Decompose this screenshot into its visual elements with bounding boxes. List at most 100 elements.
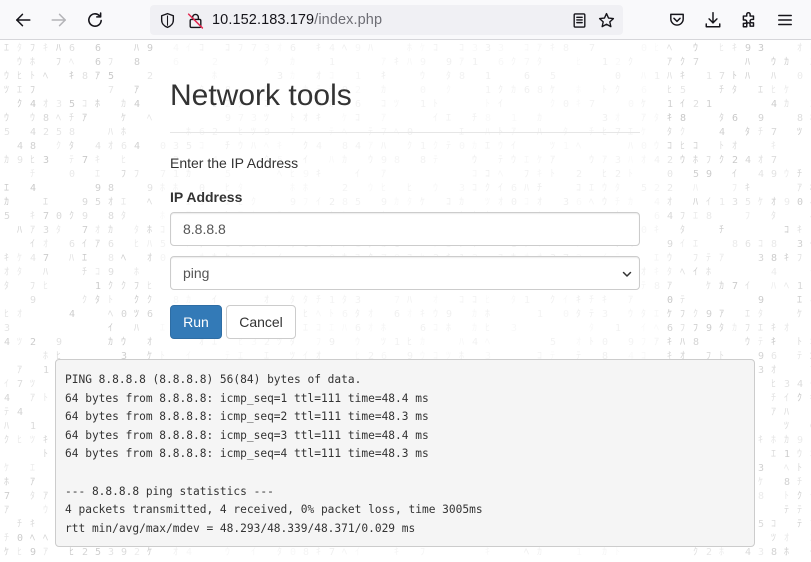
matrix-glyph: ﾀ: [30, 490, 35, 502]
matrix-glyph: ｹ: [641, 98, 646, 110]
matrix-glyph: ﾀ: [576, 308, 581, 320]
pocket-icon[interactable]: [663, 6, 691, 34]
matrix-glyph: 4: [4, 337, 10, 348]
menu-icon[interactable]: [771, 6, 799, 34]
matrix-glyph: 8: [30, 141, 36, 152]
matrix-glyph: 7: [524, 57, 530, 68]
matrix-glyph: ｳ: [433, 308, 438, 320]
matrix-glyph: ｺ: [693, 141, 698, 152]
matrix-glyph: 9: [56, 337, 62, 348]
url-text[interactable]: 10.152.183.179/index.php: [212, 12, 382, 28]
matrix-glyph: 9: [381, 155, 387, 166]
matrix-glyph: 7: [251, 43, 257, 54]
matrix-glyph: 9: [290, 197, 296, 208]
matrix-glyph: 2: [667, 155, 673, 166]
reload-icon[interactable]: [81, 6, 109, 34]
back-arrow-icon[interactable]: [9, 6, 37, 34]
matrix-glyph: ﾂ: [4, 85, 9, 96]
matrix-glyph: 1: [563, 141, 569, 152]
matrix-glyph: 1: [394, 337, 400, 348]
output-line: --- 8.8.8.8 ping statistics ---: [65, 484, 274, 498]
url-bar[interactable]: 10.152.183.179/index.php: [150, 5, 623, 35]
matrix-glyph: ｷ: [758, 435, 763, 446]
forward-arrow-icon[interactable]: [45, 6, 73, 34]
matrix-glyph: ﾊ: [407, 57, 412, 68]
reader-mode-icon[interactable]: [570, 11, 588, 29]
matrix-glyph: 8: [732, 239, 738, 250]
matrix-glyph: 4: [654, 155, 660, 166]
matrix-glyph: ｸ: [797, 392, 802, 404]
matrix-glyph: ｷ: [316, 169, 321, 180]
matrix-glyph: ｷ: [485, 547, 490, 558]
matrix-glyph: ﾁ: [82, 267, 87, 278]
matrix-glyph: ﾌ: [108, 57, 113, 68]
output-line: 64 bytes from 8.8.8.8: icmp_seq=2 ttl=11…: [65, 410, 429, 424]
matrix-glyph: 6: [667, 323, 673, 334]
matrix-glyph: ｺ: [472, 169, 477, 180]
matrix-glyph: ｷ: [667, 113, 672, 124]
matrix-glyph: ﾋ: [303, 308, 308, 320]
matrix-glyph: ﾋ: [4, 308, 9, 320]
run-button[interactable]: Run: [170, 305, 222, 339]
matrix-glyph: ｺ: [82, 99, 87, 110]
matrix-glyph: ｶ: [511, 84, 516, 96]
matrix-glyph: ﾋ: [771, 378, 776, 390]
matrix-glyph: 9: [446, 57, 452, 68]
matrix-glyph: 9: [95, 183, 101, 194]
bookmark-star-icon[interactable]: [597, 11, 615, 29]
matrix-glyph: 4: [654, 197, 660, 208]
matrix-glyph: ｲ: [4, 379, 9, 390]
matrix-glyph: ﾊ: [628, 141, 633, 152]
tool-select[interactable]: ping: [170, 256, 640, 290]
matrix-glyph: ｴ: [485, 141, 490, 152]
ip-address-input[interactable]: [170, 212, 640, 246]
insecure-lock-icon[interactable]: [186, 11, 204, 29]
matrix-glyph: ｲ: [680, 99, 685, 110]
matrix-glyph: 3: [472, 43, 478, 54]
matrix-glyph: ｵ: [368, 308, 373, 320]
matrix-glyph: ﾎ: [784, 546, 789, 558]
matrix-glyph: ﾀ: [264, 56, 269, 68]
matrix-glyph: ｸ: [121, 280, 126, 292]
matrix-glyph: 4: [69, 309, 75, 320]
shield-icon[interactable]: [158, 11, 176, 29]
matrix-glyph: ﾃ: [433, 155, 438, 166]
matrix-glyph: ｱ: [719, 253, 724, 264]
matrix-glyph: 4: [355, 141, 361, 152]
matrix-glyph: ﾎ: [121, 126, 126, 138]
matrix-glyph: 1: [511, 113, 517, 124]
matrix-glyph: 3: [264, 43, 270, 54]
matrix-glyph: 3: [784, 379, 790, 390]
matrix-glyph: ｹ: [667, 308, 672, 320]
matrix-glyph: ﾍ: [30, 533, 35, 544]
matrix-glyph: ﾋ: [667, 84, 672, 96]
matrix-glyph: 9: [706, 323, 712, 334]
matrix-glyph: ｱ: [30, 477, 35, 488]
matrix-glyph: ｶ: [459, 196, 464, 208]
matrix-glyph: ｹ: [121, 112, 126, 124]
matrix-glyph: 6: [511, 183, 517, 194]
matrix-glyph: 1: [485, 85, 491, 96]
matrix-glyph: ｴ: [446, 113, 451, 124]
matrix-glyph: ﾀ: [771, 210, 776, 222]
matrix-glyph: ｸ: [550, 294, 555, 306]
matrix-glyph: ﾀ: [641, 308, 646, 320]
matrix-glyph: ｺ: [199, 43, 204, 54]
matrix-glyph: ﾋ: [485, 294, 490, 306]
matrix-glyph: ｳ: [368, 182, 373, 194]
matrix-glyph: ｲ: [251, 547, 256, 558]
matrix-glyph: ｺ: [446, 197, 451, 208]
matrix-glyph: ｹ: [758, 476, 763, 488]
matrix-glyph: ﾊ: [745, 71, 750, 82]
extensions-icon[interactable]: [735, 6, 763, 34]
cancel-button[interactable]: Cancel: [226, 305, 296, 339]
matrix-glyph: 7: [589, 99, 595, 110]
matrix-glyph: ｸ: [407, 140, 412, 152]
matrix-glyph: ﾌ: [680, 323, 685, 334]
matrix-glyph: ｸ: [108, 280, 113, 292]
matrix-glyph: ｷ: [277, 141, 282, 152]
downloads-icon[interactable]: [699, 6, 727, 34]
matrix-glyph: ﾊ: [784, 407, 789, 418]
matrix-glyph: ﾂ: [30, 379, 35, 390]
matrix-glyph: ｴ: [654, 253, 659, 264]
